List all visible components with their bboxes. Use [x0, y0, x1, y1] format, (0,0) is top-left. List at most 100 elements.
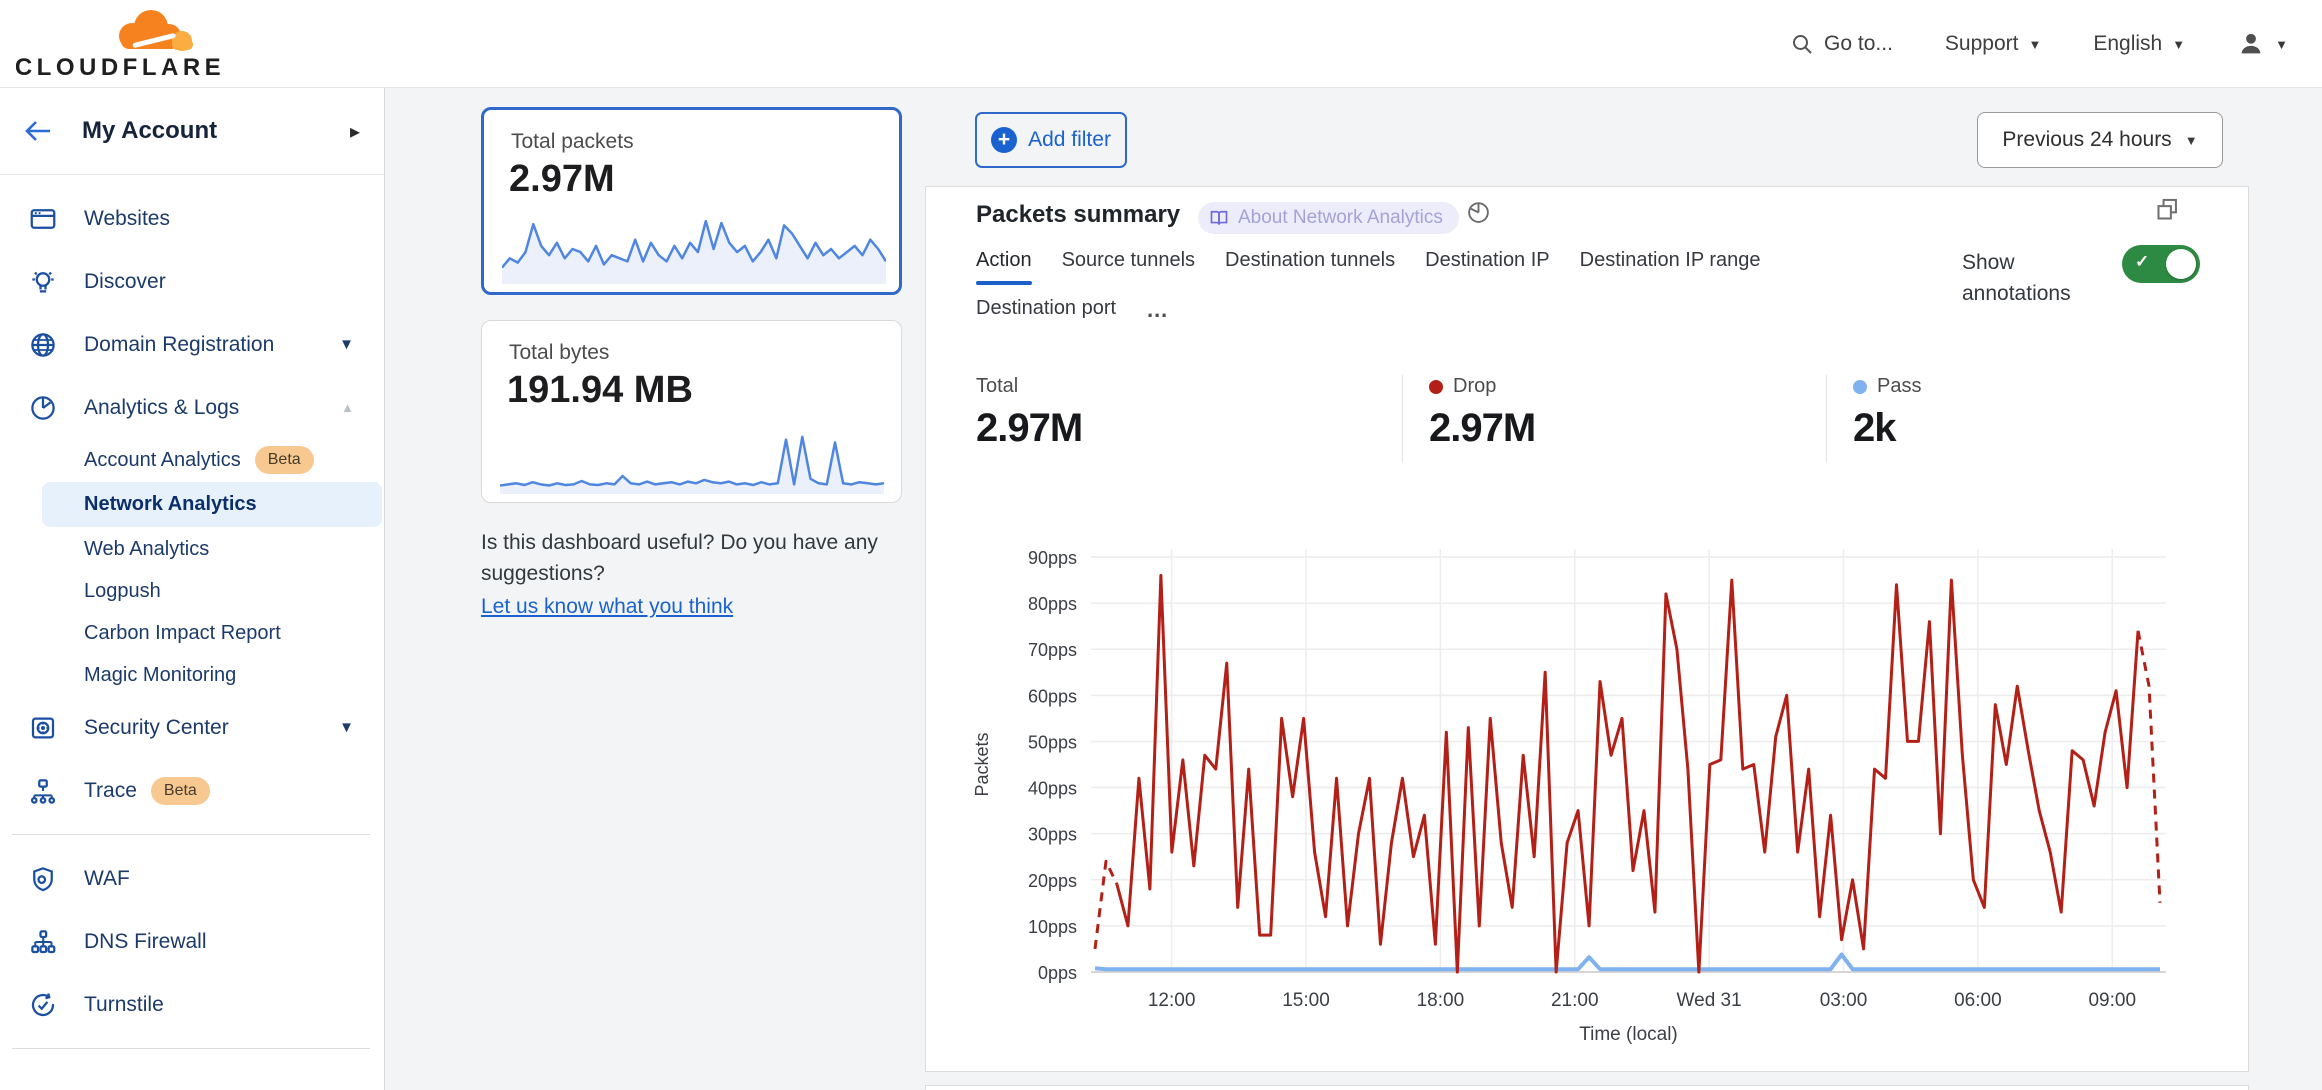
about-badge-label: About Network Analytics: [1238, 207, 1443, 229]
pie-chart-icon: [28, 393, 58, 423]
stat-pass: Pass2k: [1826, 375, 2156, 463]
svg-text:18:00: 18:00: [1417, 990, 1465, 1011]
svg-text:80pps: 80pps: [1028, 594, 1077, 614]
sidebar-item-label: Domain Registration: [84, 333, 274, 357]
sidebar-item-trace[interactable]: TraceBeta: [0, 759, 384, 822]
sidebar-item-websites[interactable]: Websites: [0, 187, 384, 250]
sidebar-item-magic-monitoring[interactable]: Magic Monitoring: [0, 654, 384, 696]
cloudflare-cloud-icon: CLOUDFLARE: [16, 4, 226, 84]
feedback-link[interactable]: Let us know what you think: [481, 591, 733, 622]
chevron-right-icon[interactable]: ▸: [350, 119, 360, 144]
sidebar-item-turnstile[interactable]: Turnstile: [0, 973, 384, 1036]
dimension-tabs: Action Source tunnels Destination tunnels D…: [976, 249, 1761, 285]
about-network-analytics-badge[interactable]: About Network Analytics: [1198, 202, 1459, 234]
svg-text:Time (local): Time (local): [1579, 1024, 1678, 1045]
sidebar-item-analytics-logs[interactable]: Analytics & Logs▲: [0, 376, 384, 439]
beta-badge: Beta: [151, 777, 210, 805]
stats-row: Total2.97MDrop2.97MPass2k: [976, 375, 2156, 463]
sidebar-item-partial[interactable]: [0, 1061, 384, 1090]
total-bytes-card[interactable]: Total bytes 191.94 MB: [481, 320, 902, 503]
check-icon: ✓: [2135, 252, 2149, 272]
sidebar-item-label: WAF: [84, 867, 130, 891]
language-menu[interactable]: English ▼: [2093, 32, 2185, 56]
chevron-down-icon: ▼: [2028, 37, 2041, 52]
sidebar-item-label: DNS Firewall: [84, 930, 207, 954]
tab-destination-tunnels[interactable]: Destination tunnels: [1225, 249, 1395, 285]
account-header[interactable]: My Account ▸: [0, 88, 384, 175]
total-bytes-value: 191.94 MB: [507, 369, 693, 412]
total-packets-value: 2.97M: [509, 158, 615, 201]
pie-chart-toggle-icon[interactable]: [1466, 200, 1491, 230]
tab-action[interactable]: Action: [976, 249, 1032, 285]
sidebar-item-label: Carbon Impact Report: [84, 622, 281, 645]
sidebar-item-label: Web Analytics: [84, 538, 209, 561]
cloudflare-logo[interactable]: CLOUDFLARE: [16, 4, 226, 84]
stat-label: Total: [976, 375, 1018, 398]
feedback-question: Is this dashboard useful? Do you have an…: [481, 527, 961, 589]
brand-text: CLOUDFLARE: [16, 54, 225, 81]
expand-panel-icon[interactable]: [2154, 196, 2181, 228]
tab-destination-port[interactable]: Destination port: [976, 297, 1116, 333]
total-packets-label: Total packets: [511, 130, 634, 154]
add-filter-button[interactable]: + Add filter: [975, 112, 1127, 168]
chevron-down-icon: ▼: [339, 719, 354, 736]
back-arrow-icon[interactable]: [22, 118, 54, 144]
lightbulb-icon: [28, 267, 58, 297]
account-menu[interactable]: ▼: [2237, 30, 2288, 58]
svg-text:Packets: Packets: [972, 732, 992, 796]
sidebar-item-network-analytics[interactable]: Network Analytics: [42, 482, 382, 527]
language-label: English: [2093, 32, 2162, 56]
show-annotations-label: Show annotations: [1962, 247, 2102, 309]
svg-text:15:00: 15:00: [1282, 990, 1330, 1011]
browser-window-icon: [28, 204, 58, 234]
sidebar-item-waf[interactable]: WAF: [0, 847, 384, 910]
vault-icon: [28, 713, 58, 743]
support-menu[interactable]: Support ▼: [1945, 32, 2041, 56]
turnstile-icon: [28, 990, 58, 1020]
shield-gear-icon: [28, 864, 58, 894]
tab-source-tunnels[interactable]: Source tunnels: [1062, 249, 1195, 285]
chevron-down-icon: ▼: [2275, 37, 2288, 52]
stat-label: Drop: [1453, 375, 1496, 398]
stat-drop: Drop2.97M: [1402, 375, 1826, 463]
dns-hierarchy-icon: [28, 927, 58, 957]
panel-title: Packets summary: [976, 201, 1180, 229]
sidebar-item-security-center[interactable]: Security Center ▼: [0, 696, 384, 759]
tab-destination-ip[interactable]: Destination IP: [1425, 249, 1550, 285]
tab-destination-ip-range[interactable]: Destination IP range: [1580, 249, 1761, 285]
sidebar-item-domain-registration[interactable]: Domain Registration ▼: [0, 313, 384, 376]
sidebar-item-label: Security Center: [84, 716, 229, 740]
svg-text:09:00: 09:00: [2088, 990, 2136, 1011]
svg-text:60pps: 60pps: [1028, 686, 1077, 706]
sidebar-item-account-analytics[interactable]: Account Analytics Beta: [0, 439, 384, 481]
sidebar-item-discover[interactable]: Discover: [0, 250, 384, 313]
legend-dot-pass: [1853, 380, 1867, 394]
sidebar-item-label: Account Analytics: [84, 449, 241, 472]
svg-text:40pps: 40pps: [1028, 779, 1077, 799]
sidebar-item-carbon-impact-report[interactable]: Carbon Impact Report: [0, 612, 384, 654]
time-range-dropdown[interactable]: Previous 24 hours ▼: [1977, 112, 2223, 168]
show-annotations-toggle[interactable]: ✓: [2122, 245, 2200, 283]
account-label: My Account: [82, 117, 350, 145]
goto-search[interactable]: Go to...: [1790, 32, 1893, 56]
sidebar-item-label: Magic Monitoring: [84, 664, 236, 687]
svg-text:20pps: 20pps: [1028, 871, 1077, 891]
chevron-down-icon: ▼: [2172, 37, 2185, 52]
sidebar-item-label: Discover: [84, 270, 166, 294]
next-panel-edge: [925, 1085, 2249, 1090]
sidebar-item-logpush[interactable]: Logpush: [0, 570, 384, 612]
chevron-down-icon: ▼: [339, 336, 354, 353]
sidebar-item-dns-firewall[interactable]: DNS Firewall: [0, 910, 384, 973]
burst-icon: [28, 1075, 384, 1090]
support-label: Support: [1945, 32, 2019, 56]
sidebar: My Account ▸ Websites Discover Domain Regi…: [0, 88, 385, 1090]
add-filter-label: Add filter: [1028, 128, 1111, 152]
beta-badge: Beta: [255, 446, 314, 474]
top-nav: Go to... Support ▼ English ▼ ▼: [1790, 0, 2288, 88]
more-tabs-button[interactable]: …: [1146, 297, 1170, 333]
sidebar-item-web-analytics[interactable]: Web Analytics: [0, 528, 384, 570]
total-bytes-sparkline: [500, 428, 884, 494]
total-packets-card[interactable]: Total packets 2.97M: [481, 107, 902, 295]
goto-label: Go to...: [1824, 32, 1893, 56]
total-packets-sparkline: [502, 212, 886, 284]
